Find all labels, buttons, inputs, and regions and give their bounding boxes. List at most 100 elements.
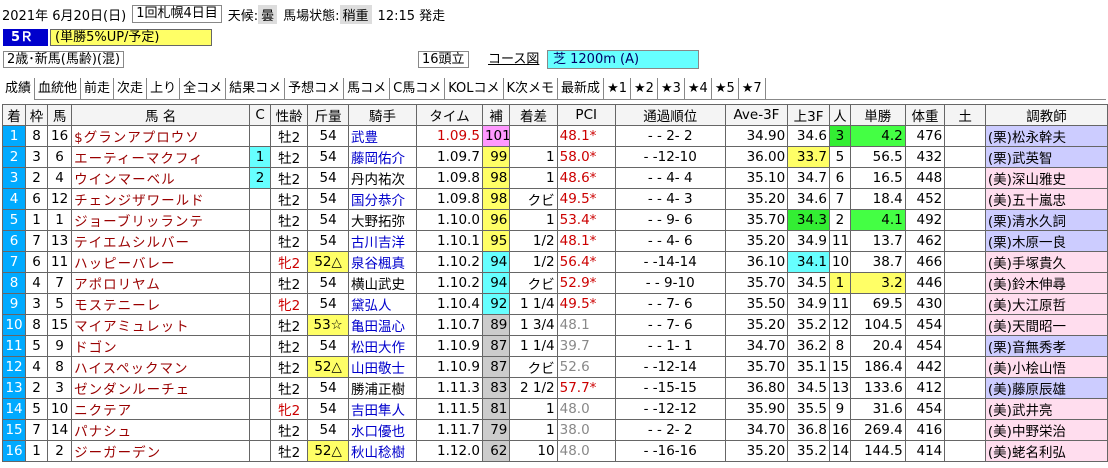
tab-16[interactable]: ★4 (685, 78, 712, 100)
cell-name[interactable]: ジョーブリッランテ (71, 209, 251, 231)
table-row[interactable]: 3 2 4 ウインマーベル 2 牡2 54 丹内祐次 1.09.8 98 1 48.6* - - 4- … (1, 167, 1108, 189)
table-row[interactable]: 4 6 12 チェンジザワールド 牡2 54 国分恭介 1.09.8 98 クビ 49.5* - - … (1, 188, 1108, 210)
cell-trainer[interactable]: (栗)松永幹夫 (984, 125, 1108, 147)
cell-name[interactable]: ハイスペックマン (71, 356, 251, 378)
col-header[interactable]: 単勝 (849, 104, 906, 126)
table-row[interactable]: 14 5 10 ニクテア 牝2 54 吉田隼人 1.11.5 81 1 48.0- -12-12 35… (1, 398, 1108, 420)
col-header[interactable]: 性齢 (269, 104, 309, 126)
tab-13[interactable]: ★1 (604, 78, 631, 100)
col-header[interactable]: 調教師 (984, 104, 1108, 126)
cell-jockey[interactable]: 藤岡佑介 (347, 146, 418, 168)
cell-name[interactable]: チェンジザワールド (71, 188, 251, 210)
table-row[interactable]: 8 4 7 アポロリヤム 牡2 54 横山武史 1.10.2 94 クビ 52.9* - - 9-10… (1, 272, 1108, 294)
cell-name[interactable]: エーティーマクフィ (71, 146, 251, 168)
col-header[interactable]: 着差 (509, 104, 558, 126)
col-header[interactable]: タイム (416, 104, 483, 126)
cell-jockey[interactable]: 亀田温心 (347, 314, 418, 336)
table-row[interactable]: 11 5 9 ドゴン 牡2 54 松田大作 1.10.9 87 1 1/4 39.7- - 1- 1… (1, 335, 1108, 357)
col-header[interactable]: 人 (828, 104, 851, 126)
cell-name[interactable]: アポロリヤム (71, 272, 251, 294)
cell-name[interactable]: ニクテア (71, 398, 251, 420)
cell-jockey[interactable]: 松田大作 (347, 335, 418, 357)
cell-trainer[interactable]: (美)天間昭一 (984, 314, 1108, 336)
tab-14[interactable]: ★2 (631, 78, 658, 100)
tab-12[interactable]: 最新成 (558, 78, 605, 100)
table-row[interactable]: 2 3 6 エーティーマクフィ 1 牡2 54 藤岡佑介 1.09.7 99 1 58.0* - -12… (1, 146, 1108, 168)
cell-jockey[interactable]: 秋山稔樹 (347, 440, 418, 462)
cell-trainer[interactable]: (栗)清水久詞 (984, 209, 1108, 231)
tab-7[interactable]: 予想コメ (285, 78, 345, 100)
tab-0[interactable]: 成績 (2, 78, 36, 100)
table-row[interactable]: 12 4 8 ハイスペックマン 牡2 52△ 山田敬士 1.10.9 87 クビ 52.6- -12… (1, 356, 1108, 378)
tab-6[interactable]: 結果コメ (226, 78, 286, 100)
col-header[interactable]: 着 (1, 104, 27, 126)
col-header[interactable]: 補 (481, 104, 511, 126)
col-header[interactable]: 体重 (904, 104, 946, 126)
cell-name[interactable]: ドゴン (71, 335, 251, 357)
tab-4[interactable]: 上り (147, 78, 181, 100)
cell-jockey[interactable]: 古川吉洋 (347, 230, 418, 252)
cell-jockey[interactable]: 吉田隼人 (347, 398, 418, 420)
tab-2[interactable]: 前走 (81, 78, 115, 100)
cell-jockey[interactable]: 国分恭介 (347, 188, 418, 210)
cell-trainer[interactable]: (美)小桧山悟 (984, 356, 1108, 378)
cell-name[interactable]: ジーガーデン (71, 440, 251, 462)
tab-15[interactable]: ★3 (658, 78, 685, 100)
table-row[interactable]: 10 8 15 マイアミュレット 牡2 53☆ 亀田温心 1.10.7 89 1 3/4 48.1-… (1, 314, 1108, 336)
tab-9[interactable]: C馬コメ (390, 78, 446, 100)
cell-name[interactable]: マイアミュレット (71, 314, 251, 336)
tab-5[interactable]: 全コメ (180, 78, 227, 100)
table-row[interactable]: 9 3 5 モステニーレ 牝2 54 黛弘人 1.10.4 92 1 1/4 49.5* - - 7-… (1, 293, 1108, 315)
tab-11[interactable]: K次メモ (504, 78, 559, 100)
cell-name[interactable]: ウインマーベル (71, 167, 251, 189)
table-row[interactable]: 7 6 11 ハッピーバレー 牝2 52△ 泉谷楓真 1.10.2 94 1/2 56.4* - -1… (1, 251, 1108, 273)
tab-1[interactable]: 血統他 (35, 78, 82, 100)
table-row[interactable]: 13 2 3 ゼンダンルーチェ 牡2 54 勝浦正樹 1.11.3 83 2 1/2 57.7* - … (1, 377, 1108, 399)
table-row[interactable]: 16 1 2 ジーガーデン 牡2 52△ 秋山稔樹 1.12.0 62 10 48.0- -16-1… (1, 440, 1108, 462)
cell-jockey[interactable]: 武豊 (347, 125, 418, 147)
cell-name[interactable]: モステニーレ (71, 293, 251, 315)
col-header[interactable]: 土 (944, 104, 986, 126)
cell-trainer[interactable]: (美)藤原辰雄 (984, 377, 1108, 399)
col-header[interactable]: C (249, 104, 271, 126)
cell-trainer[interactable]: (美)武井亮 (984, 398, 1108, 420)
table-row[interactable]: 5 1 1 ジョーブリッランテ 牡2 54 大野拓弥 1.10.0 96 1 53.4* - - 9-… (1, 209, 1108, 231)
col-header[interactable]: 通過順位 (614, 104, 726, 126)
cell-jockey[interactable]: 水口優也 (347, 419, 418, 441)
col-header[interactable]: Ave-3F (724, 104, 789, 126)
cell-trainer[interactable]: (美)五十嵐忠 (984, 188, 1108, 210)
tab-10[interactable]: KOLコメ (445, 78, 504, 100)
col-header[interactable]: PCI (556, 104, 616, 126)
cell-name[interactable]: パナシュ (71, 419, 251, 441)
table-row[interactable]: 6 7 13 テイエムシルバー 牡2 54 古川吉洋 1.10.1 95 1/2 48.1* - - … (1, 230, 1108, 252)
tab-18[interactable]: ★7 (739, 78, 766, 100)
cell-jockey[interactable]: 勝浦正樹 (347, 377, 418, 399)
table-row[interactable]: 1 8 16 $グランアプロウソ 牡2 54 武豊 1.09.5 101 48.1* - - 2- … (1, 125, 1108, 147)
col-header[interactable]: 馬 名 (71, 104, 251, 126)
tab-17[interactable]: ★5 (712, 78, 739, 100)
cell-name[interactable]: ゼンダンルーチェ (71, 377, 251, 399)
cell-jockey[interactable]: 山田敬士 (347, 356, 418, 378)
cell-trainer[interactable]: (美)蛯名利弘 (984, 440, 1108, 462)
col-header[interactable]: 枠 (25, 104, 49, 126)
cell-trainer[interactable]: (美)大江原哲 (984, 293, 1108, 315)
col-header[interactable]: 上3F (787, 104, 830, 126)
cell-jockey[interactable]: 丹内祐次 (347, 167, 418, 189)
cell-name[interactable]: テイエムシルバー (71, 230, 251, 252)
cell-trainer[interactable]: (美)手塚貴久 (984, 251, 1108, 273)
cell-jockey[interactable]: 黛弘人 (347, 293, 418, 315)
col-header[interactable]: 馬 (47, 104, 73, 126)
cell-trainer[interactable]: (栗)音無秀孝 (984, 335, 1108, 357)
cell-trainer[interactable]: (美)中野栄治 (984, 419, 1108, 441)
cell-name[interactable]: ハッピーバレー (71, 251, 251, 273)
tab-3[interactable]: 次走 (114, 78, 148, 100)
table-row[interactable]: 15 7 14 パナシュ 牡2 54 水口優也 1.11.7 79 1 38.0- - 2- 2 34… (1, 419, 1108, 441)
cell-trainer[interactable]: (栗)木原一良 (984, 230, 1108, 252)
course-map-link[interactable]: コース図 (488, 51, 539, 68)
cell-trainer[interactable]: (栗)武英智 (984, 146, 1108, 168)
cell-jockey[interactable]: 泉谷楓真 (347, 251, 418, 273)
tab-8[interactable]: 馬コメ (344, 78, 391, 100)
cell-jockey[interactable]: 横山武史 (347, 272, 418, 294)
cell-jockey[interactable]: 大野拓弥 (347, 209, 418, 231)
cell-trainer[interactable]: (美)深山雅史 (984, 167, 1108, 189)
